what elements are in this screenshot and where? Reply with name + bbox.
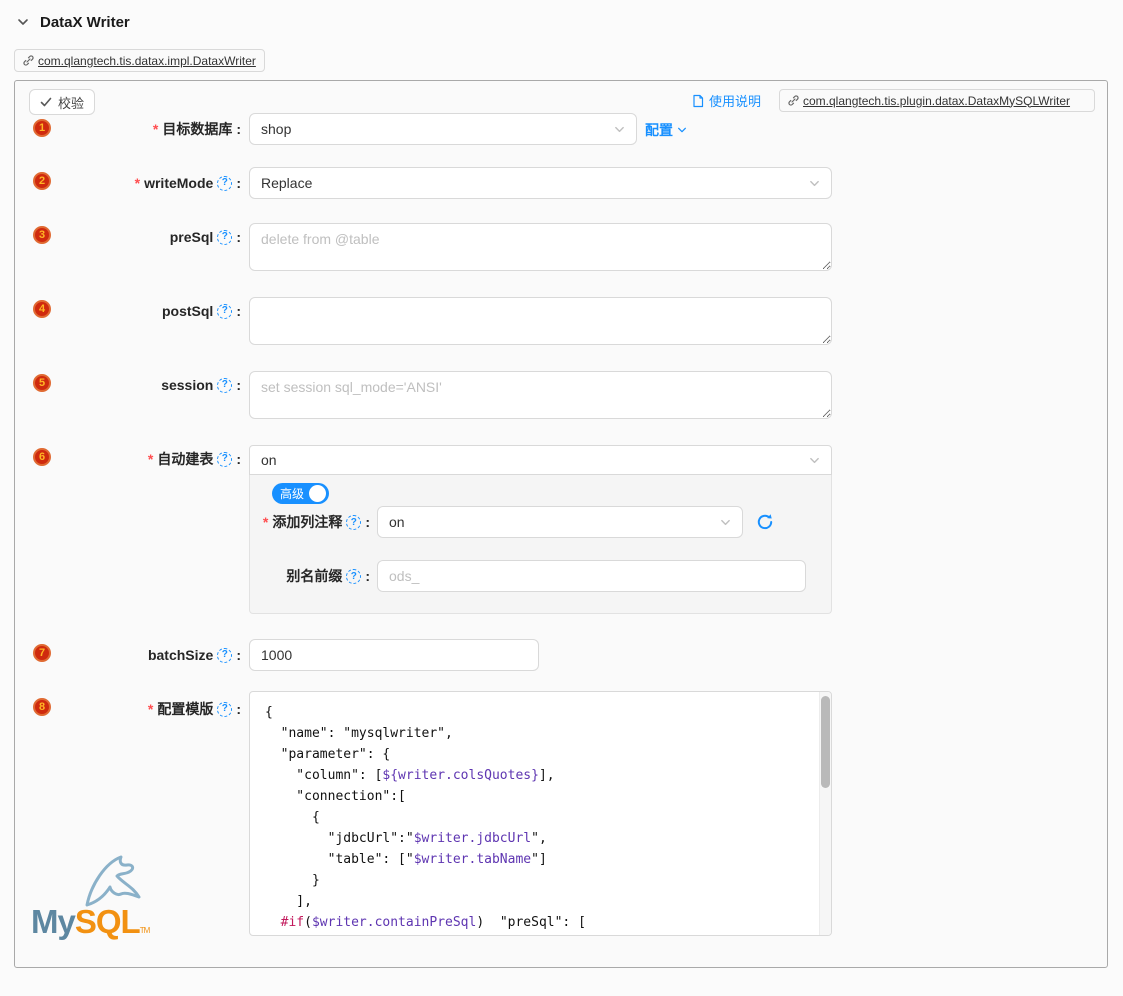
chevron-down-icon [614,124,625,135]
chevron-down-icon [809,455,820,466]
postsql-textarea[interactable] [249,297,832,345]
plugin-class-link[interactable]: com.qlangtech.tis.plugin.datax.DataxMySQ… [803,94,1070,108]
chevron-down-icon [677,125,687,135]
auto-create-table-label: * 自动建表 ? : [15,443,241,475]
session-label: session ? : [15,369,241,401]
help-icon[interactable]: ? [217,648,232,663]
help-icon[interactable]: ? [217,230,232,245]
chevron-down-icon [809,178,820,189]
refresh-icon[interactable] [755,512,775,532]
mysql-dolphin-icon [79,851,151,909]
config-template-label: * 配置模版 ? : [15,693,241,725]
presql-textarea[interactable] [249,223,832,271]
batchsize-input[interactable] [249,639,539,671]
config-template-editor[interactable]: { "name": "mysqlwriter", "parameter": { … [249,691,832,936]
help-icon[interactable]: ? [346,515,361,530]
help-icon[interactable]: ? [217,378,232,393]
toggle-knob [309,485,326,502]
page-title: DataX Writer [40,14,130,31]
writer-class-chip[interactable]: com.qlangtech.tis.datax.impl.DataxWriter [14,49,265,72]
auto-create-table-select[interactable]: on [249,445,832,475]
advanced-options-panel: 高级 * 添加列注释 ? : on 别名前缀 ? : [249,475,832,614]
writemode-label: * writeMode ? : [15,167,241,199]
link-icon [23,55,34,66]
session-textarea[interactable] [249,371,832,419]
help-icon[interactable]: ? [217,176,232,191]
help-icon[interactable]: ? [217,452,232,467]
scrollbar-thumb[interactable] [821,696,830,788]
writemode-select[interactable]: Replace [249,167,832,199]
add-column-comment-select[interactable]: on [377,506,743,538]
mysql-logo: MySQLTM [21,849,161,949]
add-column-comment-label: * 添加列注释 ? : [250,506,370,538]
advanced-toggle[interactable]: 高级 [272,483,329,504]
validate-button[interactable]: 校验 [29,89,95,115]
chevron-down-icon [720,517,731,528]
alias-prefix-input[interactable] [377,560,806,592]
check-icon [40,96,52,108]
help-icon[interactable]: ? [217,304,232,319]
configure-db-link[interactable]: 配置 [645,120,687,140]
batchsize-label: batchSize ? : [15,639,241,671]
help-icon[interactable]: ? [217,702,232,717]
writer-class-link[interactable]: com.qlangtech.tis.datax.impl.DataxWriter [38,54,256,68]
scrollbar-track[interactable] [819,692,831,935]
target-db-label: * 目标数据库 : [15,113,241,145]
link-icon [788,95,799,106]
alias-prefix-label: 别名前缀 ? : [250,560,370,592]
collapse-chevron-icon[interactable] [17,16,29,28]
config-template-code[interactable]: { "name": "mysqlwriter", "parameter": { … [250,702,817,933]
help-icon[interactable]: ? [346,569,361,584]
datax-writer-form-panel: 校验 使用说明 com.qlangtech.tis.plugin.datax.D… [14,80,1108,968]
target-db-select[interactable]: shop [249,113,637,145]
plugin-class-chip[interactable]: com.qlangtech.tis.plugin.datax.DataxMySQ… [779,89,1095,112]
page: DataX Writer com.qlangtech.tis.datax.imp… [0,0,1123,996]
presql-label: preSql ? : [15,221,241,253]
mysql-logo-text: MySQLTM [31,903,149,941]
document-icon [691,94,705,108]
usage-doc-link[interactable]: 使用说明 [691,91,761,110]
postsql-label: postSql ? : [15,295,241,327]
